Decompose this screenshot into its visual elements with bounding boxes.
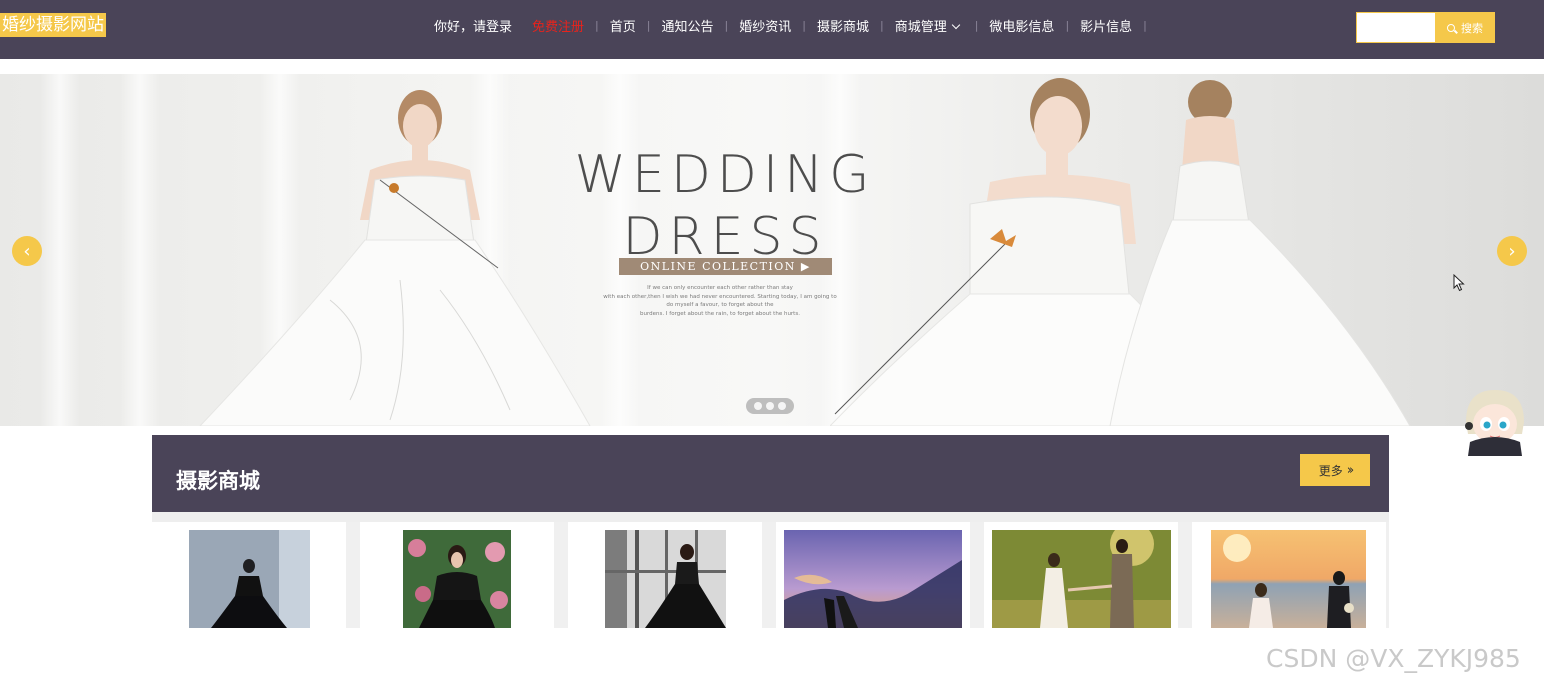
nav-separator: | [879,18,884,32]
nav-separator: | [802,18,806,32]
mascot-avatar[interactable] [1462,388,1528,456]
chevron-left-icon: ‹ [23,240,31,262]
search-icon [1447,23,1455,32]
carousel-dot[interactable] [754,402,762,410]
chevron-down-icon [951,20,960,29]
banner-small-line: with each other,then I wish we had never… [603,293,837,300]
nav-separator: | [1065,18,1070,32]
nav-item-shop-admin-label: 商城管理 [894,19,947,35]
product-card[interactable] [776,522,970,628]
site-logo[interactable]: 婚纱摄影网站 [0,13,106,37]
product-image [784,530,962,628]
product-image [403,530,511,628]
product-image [992,530,1171,628]
carousel-next-button[interactable]: › [1497,236,1527,266]
banner-title-line1: WEDDING [574,145,876,205]
section-title: 摄影商城 [176,469,260,493]
carousel-dot[interactable] [766,402,774,410]
product-card[interactable] [152,522,346,628]
banner-carousel[interactable]: WEDDING DRESS ONLINE COLLECTION ▶ If we … [0,74,1544,426]
search-button[interactable]: 搜索 [1435,12,1495,43]
nav-separator: | [724,18,729,32]
nav-item-shop[interactable]: 摄影商城 [815,16,871,35]
bride-back-image [1109,80,1411,426]
curtain-fold [120,74,160,426]
nav-separator: | [1143,18,1147,32]
chevron-right-icon: › [1508,240,1516,262]
nav-item-news[interactable]: 婚纱资讯 [737,16,793,35]
nav-item-home[interactable]: 首页 [608,16,638,35]
product-image [189,530,310,628]
more-button[interactable]: 更多 ›› [1300,454,1370,486]
main-nav: 你好，请登录 免费注册 | 首页 | 通知公告 | 婚纱资讯 | 摄影商城 | … [432,0,1156,50]
top-navigation-bar: 婚纱摄影网站 你好，请登录 免费注册 | 首页 | 通知公告 | 婚纱资讯 | … [0,0,1544,59]
bride-left-image [199,90,591,426]
product-image [1211,530,1366,628]
online-collection-label: ONLINE COLLECTION ▶ [619,258,832,275]
carousel-prev-button[interactable]: ‹ [12,236,42,266]
more-button-label: 更多 [1318,463,1343,478]
nav-separator: | [974,18,979,32]
nav-separator: | [595,18,599,32]
carousel-indicators [746,398,794,414]
product-card[interactable] [568,522,762,628]
search-button-label: 搜索 [1461,21,1483,35]
banner-small-line: If we can only encounter each other rath… [647,285,793,291]
nav-item-notices[interactable]: 通知公告 [659,16,715,35]
search-input[interactable] [1356,12,1436,43]
nav-item-films[interactable]: 影片信息 [1078,16,1134,35]
register-link[interactable]: 免费注册 [530,16,586,35]
nav-item-micro-films[interactable]: 微电影信息 [987,16,1056,35]
watermark-text: CSDN @VX_ZYKJ985 [1266,644,1521,673]
product-card[interactable] [1192,522,1386,628]
double-chevron-right-icon: ›› [1346,462,1355,478]
curtain-fold [40,74,80,426]
carousel-dot[interactable] [778,402,786,410]
product-card[interactable] [360,522,554,628]
product-card[interactable] [984,522,1178,628]
banner-small-line: do myself a favour, to forget about the [666,302,774,308]
nav-separator: | [646,18,651,32]
section-header: 摄影商城 更多 ›› [152,435,1389,512]
nav-item-shop-admin[interactable]: 商城管理 [893,16,961,35]
section-divider [152,512,1389,522]
mouse-cursor-icon [1453,274,1465,292]
login-link[interactable]: 你好，请登录 [432,16,514,35]
banner-small-text: If we can only encounter each other rath… [600,284,840,318]
banner-small-line: burdens. I forget about the rain, to for… [640,310,800,317]
product-image [605,530,726,628]
product-list [152,522,1389,628]
banner-title: WEDDING DRESS [540,144,910,268]
